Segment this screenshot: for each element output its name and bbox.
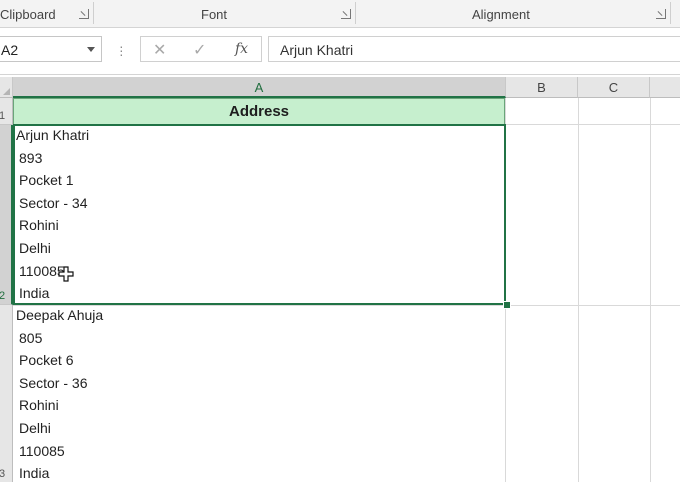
select-all-button[interactable] xyxy=(0,77,13,98)
ribbon-separator xyxy=(355,2,356,24)
enter-icon[interactable]: ✓ xyxy=(193,40,206,60)
cancel-icon[interactable]: ✕ xyxy=(153,40,166,60)
gridline xyxy=(13,305,680,306)
cell-line: Sector - 36 xyxy=(19,374,88,391)
gridline xyxy=(650,98,651,482)
column-header-a[interactable]: A xyxy=(13,77,506,98)
name-box-value: A2 xyxy=(1,42,19,58)
active-cell-selection xyxy=(13,124,506,305)
cell-a3[interactable]: Deepak Ahuja 805 Pocket 6 Sector - 36 Ro… xyxy=(16,304,103,485)
cross-cursor-icon xyxy=(58,266,74,282)
drag-handle-icon[interactable]: · · · xyxy=(119,39,124,61)
cell-line: Deepak Ahuja xyxy=(16,307,104,323)
ribbon-separator xyxy=(670,2,671,24)
gridline xyxy=(505,124,680,125)
ribbon-group-bar: Clipboard Font Alignment xyxy=(0,0,680,28)
alignment-dialog-launcher-icon[interactable] xyxy=(656,9,666,19)
column-header-d[interactable] xyxy=(650,77,680,98)
cell-line: Pocket 6 xyxy=(19,352,74,369)
cell-a1-address-header[interactable]: Address xyxy=(13,98,505,125)
insert-function-icon[interactable]: fx xyxy=(235,41,248,57)
font-group-label: Font xyxy=(201,7,228,22)
alignment-group-label: Alignment xyxy=(472,7,530,22)
column-header-b[interactable]: B xyxy=(506,77,578,98)
formula-input[interactable]: Arjun Khatri xyxy=(268,36,680,62)
chevron-down-icon[interactable] xyxy=(87,47,95,52)
row-header-3[interactable]: 3 xyxy=(0,305,13,482)
clipboard-group-label: Clipboard xyxy=(0,7,56,22)
row-header-1[interactable]: 1 xyxy=(0,98,13,125)
column-header-c[interactable]: C xyxy=(578,77,650,98)
cell-line: 805 xyxy=(19,329,43,346)
cell-line: Rohini xyxy=(19,397,59,414)
cell-line: India xyxy=(19,465,50,482)
row-header-2[interactable]: 2 xyxy=(0,125,13,305)
cell-line: 110085 xyxy=(19,442,65,459)
clipboard-dialog-launcher-icon[interactable] xyxy=(79,9,89,19)
name-box[interactable]: A2 xyxy=(0,36,102,62)
formula-buttons: ✕ ✓ fx xyxy=(140,36,262,62)
gridline xyxy=(578,98,579,482)
cell-line: Delhi xyxy=(19,419,51,436)
ribbon-separator xyxy=(93,2,94,24)
font-dialog-launcher-icon[interactable] xyxy=(341,9,351,19)
fill-handle[interactable] xyxy=(503,301,511,309)
formula-bar: A2 · · · ✕ ✓ fx Arjun Khatri xyxy=(0,28,680,75)
formula-value: Arjun Khatri xyxy=(280,42,354,58)
